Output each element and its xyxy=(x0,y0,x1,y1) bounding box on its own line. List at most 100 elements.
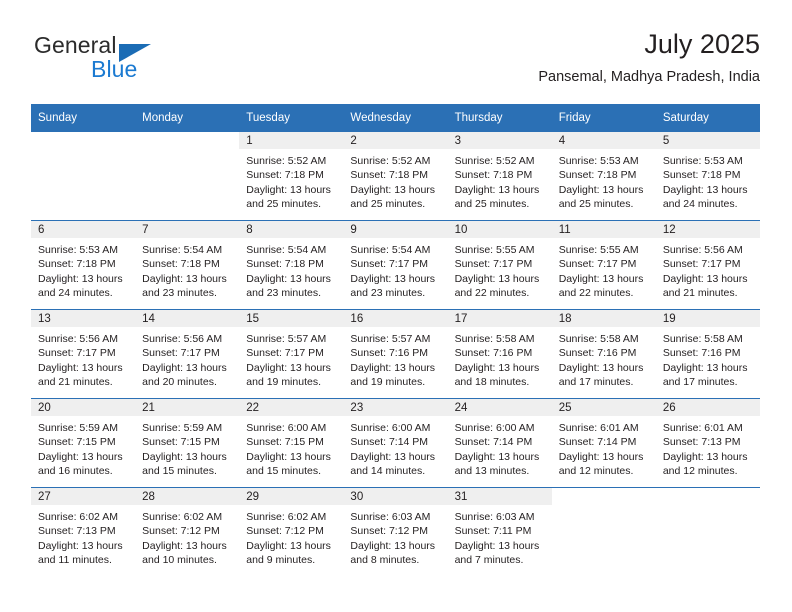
daylight-text: Daylight: 13 hours and 8 minutes. xyxy=(350,539,436,566)
daylight-text: Daylight: 13 hours and 25 minutes. xyxy=(246,183,331,210)
calendar-day-cell[interactable]: 9 Sunrise: 5:54 AM Sunset: 7:17 PM Daylight… xyxy=(343,220,448,310)
sunrise-text: Sunrise: 5:59 AM xyxy=(142,422,223,434)
day-cell-inner: 11 Sunrise: 5:55 AM Sunset: 7:17 PM Dayligh… xyxy=(551,221,656,309)
sunset-text: Sunset: 7:12 PM xyxy=(142,525,220,538)
calendar-day-cell[interactable]: 7 Sunrise: 5:54 AM Sunset: 7:18 PM Daylight… xyxy=(135,220,240,310)
calendar-day-cell[interactable]: 12 Sunrise: 5:56 AM Sunset: 7:17 PM Dayligh… xyxy=(655,220,760,310)
day-number: 22 xyxy=(239,399,344,416)
sunset-text: Sunset: 7:17 PM xyxy=(246,347,324,360)
day-number xyxy=(552,488,656,505)
daylight-text: Daylight: 13 hours and 22 minutes. xyxy=(558,272,644,299)
calendar-day-cell[interactable]: 8 Sunrise: 5:54 AM Sunset: 7:18 PM Daylight… xyxy=(239,220,344,310)
calendar-day-cell[interactable]: 13 Sunrise: 5:56 AM Sunset: 7:17 PM Dayligh… xyxy=(31,309,136,399)
calendar-day-cell[interactable]: 19 Sunrise: 5:58 AM Sunset: 7:16 PM Dayligh… xyxy=(655,309,760,399)
sunset-text: Sunset: 7:13 PM xyxy=(662,436,741,449)
day-number: 28 xyxy=(135,488,240,505)
sunrise-text: Sunrise: 5:57 AM xyxy=(246,333,327,345)
day-number: 7 xyxy=(135,221,240,238)
calendar-day-cell[interactable]: 22 Sunrise: 6:00 AM Sunset: 7:15 PM Dayligh… xyxy=(239,398,344,488)
day-number: 17 xyxy=(447,310,552,327)
calendar-day-cell[interactable]: 6 Sunrise: 5:53 AM Sunset: 7:18 PM Daylight… xyxy=(31,220,136,310)
day-cell-inner: 4 Sunrise: 5:53 AM Sunset: 7:18 PM Daylight… xyxy=(551,132,656,220)
calendar-day-cell[interactable]: 26 Sunrise: 6:01 AM Sunset: 7:13 PM Dayligh… xyxy=(655,398,760,488)
day-details: Sunrise: 5:52 AM Sunset: 7:18 PM Daylight:… xyxy=(448,149,552,211)
sunrise-text: Sunrise: 5:52 AM xyxy=(454,155,535,167)
daylight-text: Daylight: 13 hours and 12 minutes. xyxy=(662,450,748,477)
calendar-header-row: Sunday Monday Tuesday Wednesday Thursday Frid… xyxy=(31,104,760,132)
day-details: Sunrise: 5:58 AM Sunset: 7:16 PM Daylight:… xyxy=(552,327,656,389)
calendar-day-cell[interactable]: 20 Sunrise: 5:59 AM Sunset: 7:15 PM Dayligh… xyxy=(31,398,136,488)
sunset-text: Sunset: 7:17 PM xyxy=(38,347,116,360)
calendar-day-cell[interactable]: 29 Sunrise: 6:02 AM Sunset: 7:12 PM Dayligh… xyxy=(239,487,344,576)
sunrise-text: Sunrise: 6:03 AM xyxy=(454,511,535,523)
calendar-day-cell[interactable]: 14 Sunrise: 5:56 AM Sunset: 7:17 PM Dayligh… xyxy=(135,309,240,399)
day-number: 19 xyxy=(655,310,760,327)
daylight-text: Daylight: 13 hours and 16 minutes. xyxy=(38,450,123,477)
calendar-day-cell[interactable]: 4 Sunrise: 5:53 AM Sunset: 7:18 PM Daylight… xyxy=(551,132,656,221)
calendar-day-cell[interactable]: 15 Sunrise: 5:57 AM Sunset: 7:17 PM Dayligh… xyxy=(239,309,344,399)
sunrise-text: Sunrise: 5:58 AM xyxy=(662,333,743,345)
day-number xyxy=(31,132,135,149)
general-blue-logo[interactable]: General Blue xyxy=(31,32,261,88)
sunset-text: Sunset: 7:17 PM xyxy=(350,258,429,271)
calendar-day-cell[interactable]: 25 Sunrise: 6:01 AM Sunset: 7:14 PM Dayligh… xyxy=(551,398,656,488)
daylight-text: Daylight: 13 hours and 19 minutes. xyxy=(246,361,331,388)
calendar-week-row: 6 Sunrise: 5:53 AM Sunset: 7:18 PM Daylight… xyxy=(31,220,760,310)
day-number: 31 xyxy=(447,488,552,505)
calendar-day-cell[interactable]: 18 Sunrise: 5:58 AM Sunset: 7:16 PM Dayligh… xyxy=(551,309,656,399)
sunset-text: Sunset: 7:18 PM xyxy=(662,169,741,182)
day-cell-inner: 22 Sunrise: 6:00 AM Sunset: 7:15 PM Dayligh… xyxy=(239,399,344,487)
calendar-day-cell[interactable]: 16 Sunrise: 5:57 AM Sunset: 7:16 PM Dayligh… xyxy=(343,309,448,399)
day-number: 25 xyxy=(551,399,656,416)
calendar-day-cell[interactable]: 23 Sunrise: 6:00 AM Sunset: 7:14 PM Dayligh… xyxy=(343,398,448,488)
daylight-text: Daylight: 13 hours and 19 minutes. xyxy=(350,361,436,388)
calendar-day-cell[interactable]: 30 Sunrise: 6:03 AM Sunset: 7:12 PM Dayligh… xyxy=(343,487,448,576)
day-cell-inner xyxy=(31,132,135,220)
day-details: Sunrise: 5:57 AM Sunset: 7:16 PM Daylight:… xyxy=(343,327,447,389)
calendar-day-cell[interactable]: 11 Sunrise: 5:55 AM Sunset: 7:17 PM Dayligh… xyxy=(551,220,656,310)
sunrise-text: Sunrise: 5:53 AM xyxy=(38,244,118,256)
calendar-day-cell[interactable]: 3 Sunrise: 5:52 AM Sunset: 7:18 PM Daylight… xyxy=(447,132,552,221)
day-number xyxy=(656,488,760,505)
sunrise-text: Sunrise: 5:53 AM xyxy=(662,155,743,167)
day-number: 6 xyxy=(31,221,136,238)
weekday-header-monday: Monday xyxy=(135,104,240,132)
calendar-cell-empty xyxy=(655,487,760,576)
calendar-day-cell[interactable]: 28 Sunrise: 6:02 AM Sunset: 7:12 PM Dayligh… xyxy=(135,487,240,576)
sunrise-text: Sunrise: 5:56 AM xyxy=(662,244,743,256)
day-number: 4 xyxy=(551,132,656,149)
sunrise-text: Sunrise: 5:56 AM xyxy=(142,333,223,345)
day-cell-inner: 3 Sunrise: 5:52 AM Sunset: 7:18 PM Daylight… xyxy=(447,132,552,220)
day-number: 11 xyxy=(551,221,656,238)
sunset-text: Sunset: 7:12 PM xyxy=(350,525,429,538)
day-cell-inner: 23 Sunrise: 6:00 AM Sunset: 7:14 PM Dayligh… xyxy=(343,399,448,487)
day-number xyxy=(135,132,239,149)
daylight-text: Daylight: 13 hours and 24 minutes. xyxy=(38,272,123,299)
calendar-day-cell[interactable]: 27 Sunrise: 6:02 AM Sunset: 7:13 PM Dayligh… xyxy=(31,487,136,576)
calendar-day-cell[interactable]: 17 Sunrise: 5:58 AM Sunset: 7:16 PM Dayligh… xyxy=(447,309,552,399)
daylight-text: Daylight: 13 hours and 23 minutes. xyxy=(246,272,331,299)
day-cell-inner: 9 Sunrise: 5:54 AM Sunset: 7:17 PM Daylight… xyxy=(343,221,448,309)
day-details: Sunrise: 6:00 AM Sunset: 7:14 PM Daylight:… xyxy=(343,416,447,478)
calendar-day-cell[interactable]: 21 Sunrise: 5:59 AM Sunset: 7:15 PM Dayligh… xyxy=(135,398,240,488)
calendar-body: 1 Sunrise: 5:52 AM Sunset: 7:18 PM Daylight… xyxy=(31,132,760,576)
calendar-day-cell[interactable]: 24 Sunrise: 6:00 AM Sunset: 7:14 PM Dayligh… xyxy=(447,398,552,488)
day-cell-inner: 8 Sunrise: 5:54 AM Sunset: 7:18 PM Daylight… xyxy=(239,221,344,309)
sunset-text: Sunset: 7:15 PM xyxy=(246,436,324,449)
calendar-page: General Blue July 2025 Pansemal, Madhya … xyxy=(0,0,792,612)
day-cell-inner: 26 Sunrise: 6:01 AM Sunset: 7:13 PM Dayligh… xyxy=(655,399,760,487)
sunset-text: Sunset: 7:14 PM xyxy=(350,436,429,449)
day-details: Sunrise: 5:58 AM Sunset: 7:16 PM Daylight:… xyxy=(656,327,760,389)
sunset-text: Sunset: 7:18 PM xyxy=(558,169,637,182)
calendar-day-cell[interactable]: 2 Sunrise: 5:52 AM Sunset: 7:18 PM Daylight… xyxy=(343,132,448,221)
day-number: 23 xyxy=(343,399,448,416)
day-cell-inner: 30 Sunrise: 6:03 AM Sunset: 7:12 PM Dayligh… xyxy=(343,488,448,576)
calendar-day-cell[interactable]: 10 Sunrise: 5:55 AM Sunset: 7:17 PM Dayligh… xyxy=(447,220,552,310)
calendar-day-cell[interactable]: 5 Sunrise: 5:53 AM Sunset: 7:18 PM Daylight… xyxy=(655,132,760,221)
day-details: Sunrise: 5:54 AM Sunset: 7:18 PM Daylight:… xyxy=(239,238,343,300)
day-details: Sunrise: 5:56 AM Sunset: 7:17 PM Daylight:… xyxy=(656,238,760,300)
calendar-day-cell[interactable]: 31 Sunrise: 6:03 AM Sunset: 7:11 PM Dayligh… xyxy=(447,487,552,576)
day-details: Sunrise: 5:52 AM Sunset: 7:18 PM Daylight:… xyxy=(239,149,343,211)
calendar-day-cell[interactable]: 1 Sunrise: 5:52 AM Sunset: 7:18 PM Daylight… xyxy=(239,132,344,221)
day-cell-inner: 13 Sunrise: 5:56 AM Sunset: 7:17 PM Dayligh… xyxy=(31,310,136,398)
